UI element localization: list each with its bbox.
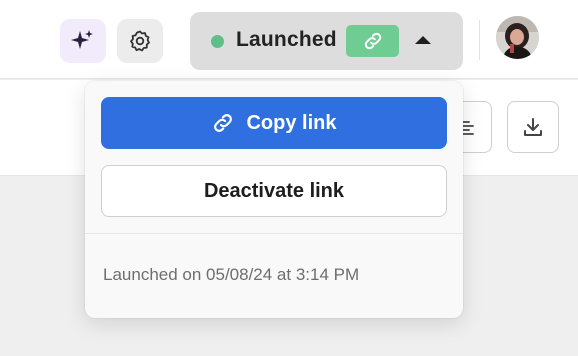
deactivate-link-button[interactable]: Deactivate link xyxy=(101,165,447,217)
download-button[interactable] xyxy=(507,101,559,153)
copy-link-button[interactable]: Copy link xyxy=(101,97,447,149)
launched-timestamp: Launched on 05/08/24 at 3:14 PM xyxy=(103,265,360,284)
avatar[interactable] xyxy=(496,16,539,59)
share-link-dropdown: Copy link Deactivate link Launched on 05… xyxy=(85,81,463,318)
status-dot xyxy=(211,35,224,48)
copy-link-label: Copy link xyxy=(246,111,337,134)
header-divider xyxy=(479,20,480,60)
sparkles-icon xyxy=(71,30,93,49)
ai-assistant-button[interactable] xyxy=(60,19,106,63)
link-icon xyxy=(364,32,381,50)
deactivate-link-label: Deactivate link xyxy=(203,179,345,202)
link-icon xyxy=(214,114,233,132)
user-avatar-image xyxy=(496,16,539,59)
status-label: Launched xyxy=(236,28,337,51)
download-icon xyxy=(524,118,542,136)
gear-icon xyxy=(130,30,150,52)
dropdown-divider xyxy=(85,233,463,234)
settings-button[interactable] xyxy=(117,19,163,63)
launch-status-button[interactable]: Launched xyxy=(190,12,463,70)
link-badge xyxy=(346,25,399,57)
caret-up-icon xyxy=(415,36,431,44)
